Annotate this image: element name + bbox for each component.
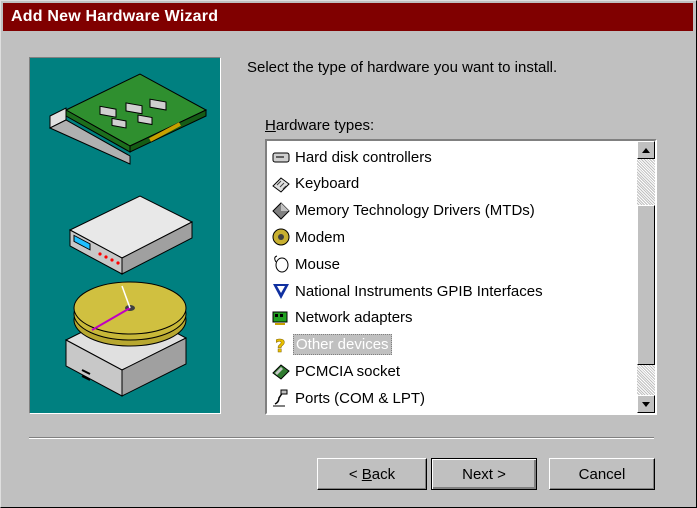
hardware-type-item[interactable]: ? Other devices [271,333,392,357]
separator-line [29,437,654,439]
next-button[interactable]: Next > [431,458,537,490]
hardware-type-label: Keyboard [295,175,360,193]
hardware-type-label: Ports (COM & LPT) [295,389,426,407]
hardware-type-label: Network adapters [295,309,413,327]
hardware-type-item[interactable]: Keyboard [271,172,361,196]
hardware-types-listbox[interactable]: Hard disk controllers Keyboard Memory Tech… [265,139,657,415]
hardware-types-list: Hard disk controllers Keyboard Memory Tech… [267,141,637,413]
scroll-up-button[interactable] [637,141,655,159]
hardware-type-item[interactable]: PCMCIA socket [271,359,402,383]
hardware-illustration [29,57,221,414]
pcmcia-icon [271,361,291,381]
scroll-down-arrow-icon [642,401,650,407]
next-button-label: Next > [462,465,506,483]
hard-drive-illustration-icon [64,281,188,397]
port-icon [271,388,291,408]
hardware-type-label: Mouse [295,255,341,273]
hardware-types-label: Hardware types: [265,117,374,134]
network-adapter-icon [271,308,291,328]
memory-diamond-icon [271,201,291,221]
mouse-icon [271,254,291,274]
hardware-type-item[interactable]: National Instruments GPIB Interfaces [271,279,545,303]
wizard-window: Add New Hardware Wizard Select the type … [0,0,697,508]
hardware-type-item[interactable]: Memory Technology Drivers (MTDs) [271,199,537,223]
hardware-types-label-rest: ardware types: [275,117,375,134]
hardware-type-item[interactable]: Ports (COM & LPT) [271,386,427,410]
hardware-type-label: Other devices [293,334,392,356]
hardware-types-label-accelerator: H [265,117,276,134]
cancel-button[interactable]: Cancel [549,458,655,490]
modem-icon [271,227,291,247]
svg-text:?: ? [275,336,285,355]
gpib-icon [271,281,291,301]
back-button-label: < Back [348,465,396,483]
question-mark-icon: ? [271,335,291,357]
back-button[interactable]: < Back [317,458,427,490]
cancel-button-label: Cancel [578,465,626,483]
expansion-card-icon [48,73,208,165]
keyboard-icon [271,174,291,194]
hardware-type-item[interactable]: Modem [271,225,347,249]
hardware-type-label: Memory Technology Drivers (MTDs) [295,202,535,220]
hardware-type-item[interactable]: Mouse [271,252,342,276]
scroll-down-button[interactable] [637,395,655,413]
hardware-type-label: Modem [295,228,346,246]
vertical-scrollbar[interactable] [637,141,655,413]
instruction-text: Select the type of hardware you want to … [247,59,558,76]
scroll-up-arrow-icon [642,147,650,153]
title-bar[interactable]: Add New Hardware Wizard [3,3,693,31]
hardware-type-label: Hard disk controllers [295,148,432,166]
hard-disk-controller-icon [271,147,291,167]
hardware-type-label: National Instruments GPIB Interfaces [295,282,543,300]
modem-illustration-icon [68,195,194,275]
hardware-type-item[interactable]: Network adapters [271,306,415,330]
hardware-type-item[interactable]: Hard disk controllers [271,145,434,169]
scroll-thumb[interactable] [637,205,655,365]
hardware-type-label: PCMCIA socket [295,362,401,380]
